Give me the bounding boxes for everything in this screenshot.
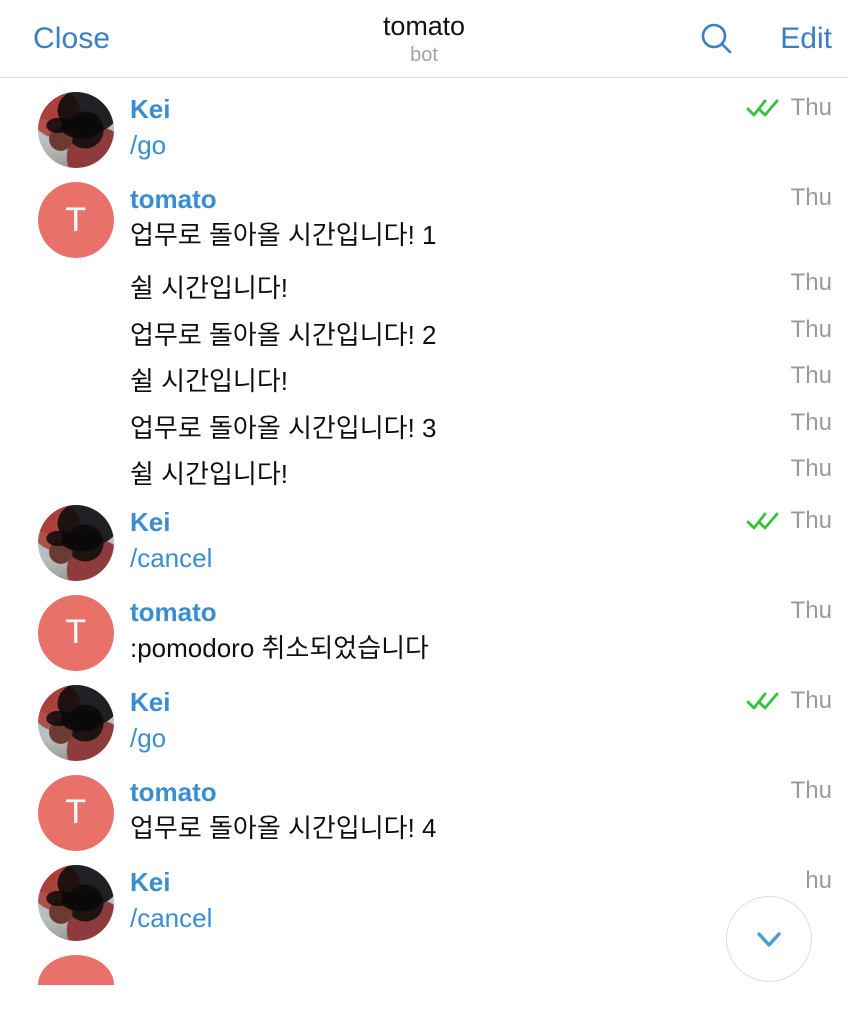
message-content: Kei/go [130,685,832,755]
message-timestamp: Thu [790,94,832,121]
message-content: Kei/cancel [130,505,832,575]
message-content: 쉴 시간입니다! [130,270,832,305]
avatar-slot: T [38,774,114,851]
message-content: 업무로 돌아올 시간입니다! 2 [130,317,832,352]
message-content: tomato 업무로 돌아올 시간입니다! 4 [130,775,832,845]
message-sender-name[interactable]: Kei [130,687,832,718]
avatar[interactable] [38,954,114,985]
message-row[interactable]: Kei/go Thu [0,684,848,761]
avatar[interactable] [38,504,114,581]
message-meta: Thu [746,506,832,534]
message-meta: Thu [746,686,832,714]
message-sender-name[interactable]: tomato [130,184,832,215]
message-row-partial[interactable] [0,954,848,985]
message-meta: Thu [791,271,832,295]
avatar-slot: T [38,594,114,671]
message-row[interactable]: 쉴 시간입니다! Thu [0,456,848,491]
message-text: /cancel [130,542,213,573]
message-row[interactable]: Kei/cancel hu [0,864,848,941]
avatar[interactable]: T [38,182,114,258]
avatar[interactable] [38,864,114,941]
message-content: tomato 업무로 돌아올 시간입니다! 1 [130,182,832,252]
read-receipt [746,689,782,713]
message-sender-name[interactable]: Kei [130,507,832,538]
avatar-slot [38,684,114,761]
read-receipt [746,96,782,120]
message-text: 업무로 돌아올 시간입니다! 3 [130,412,437,443]
message-content: Kei/cancel [130,865,832,935]
message-row[interactable]: 쉴 시간입니다! Thu [0,363,848,398]
message-row[interactable]: Kei/cancel Thu [0,504,848,581]
message-timestamp: Thu [790,315,832,343]
message-row[interactable]: Ttomato :pomodoro 취소되었습니다 Thu [0,594,848,671]
message-meta: Thu [791,186,832,210]
message-content: 쉴 시간입니다! [130,456,832,491]
message-timestamp: Thu [790,408,832,436]
message-row[interactable]: Ttomato 업무로 돌아올 시간입니다! 1 Thu [0,182,848,258]
avatar-slot: T [38,182,114,258]
message-timestamp: Thu [790,362,832,389]
message-content: Kei/go [130,92,832,162]
avatar[interactable]: T [38,594,114,671]
message-list[interactable]: Kei/go Thu Ttomato 업무로 돌아올 시간입니다! 1 Thu 쉴 시간입… [0,78,848,1018]
message-text: /go [130,722,167,753]
message-meta: Thu [790,408,832,436]
message-row[interactable]: 쉴 시간입니다! Thu [0,270,848,305]
message-sender-name[interactable]: Kei [130,867,832,898]
message-row[interactable]: Ttomato 업무로 돌아올 시간입니다! 4 Thu [0,774,848,851]
message-meta: hu [805,866,832,894]
message-timestamp: Thu [790,686,832,714]
message-content: tomato :pomodoro 취소되었습니다 [130,595,832,665]
message-text: 업무로 돌아올 시간입니다! 2 [130,319,437,350]
message-text: :pomodoro 취소되었습니다 [130,632,429,663]
double-check-icon [746,512,779,529]
message-text: 쉴 시간입니다! [130,273,288,303]
avatar[interactable] [38,92,114,168]
search-icon [701,23,732,53]
message-timestamp: Thu [790,506,832,534]
double-check-icon [746,692,779,709]
message-text: /go [130,130,167,161]
message-sender-name[interactable]: Kei [130,94,832,125]
message-text: 쉴 시간입니다! [130,366,288,396]
message-meta: Thu [791,457,832,481]
message-meta: Thu [791,364,832,388]
message-timestamp: hu [805,866,832,894]
message-timestamp: Thu [790,269,832,296]
message-meta: Thu [790,315,832,343]
message-meta: Thu [790,596,832,624]
message-content: 업무로 돌아올 시간입니다! 3 [130,410,832,445]
message-row[interactable]: 업무로 돌아올 시간입니다! 2 Thu [0,317,848,352]
message-sender-name[interactable]: tomato [130,597,832,628]
search-button[interactable] [696,18,738,60]
avatar[interactable]: T [38,774,114,851]
message-text: 업무로 돌아올 시간입니다! 4 [130,812,437,843]
message-text: 쉴 시간입니다! [130,459,288,489]
avatar[interactable] [38,684,114,761]
read-receipt [746,509,782,533]
message-meta: Thu [790,776,832,804]
avatar-slot [38,92,114,168]
message-content: 쉴 시간입니다! [130,363,832,398]
chat-header: Close tomato bot Edit [0,0,848,78]
avatar-slot [38,864,114,941]
message-timestamp: Thu [790,184,832,211]
chevron-down-icon [757,932,781,947]
message-row[interactable]: 업무로 돌아올 시간입니다! 3 Thu [0,410,848,445]
scroll-to-bottom-button[interactable] [726,896,812,982]
message-timestamp: Thu [790,455,832,482]
double-check-icon [746,99,779,117]
message-sender-name[interactable]: tomato [130,777,832,808]
edit-button[interactable]: Edit [780,23,832,54]
message-timestamp: Thu [790,596,832,624]
message-row[interactable]: Kei/go Thu [0,92,848,168]
message-meta: Thu [746,96,832,120]
avatar-slot [38,504,114,581]
avatar-slot [38,954,114,985]
message-text: 업무로 돌아올 시간입니다! 1 [130,220,437,251]
message-timestamp: Thu [790,776,832,804]
close-button[interactable]: Close [33,23,110,54]
